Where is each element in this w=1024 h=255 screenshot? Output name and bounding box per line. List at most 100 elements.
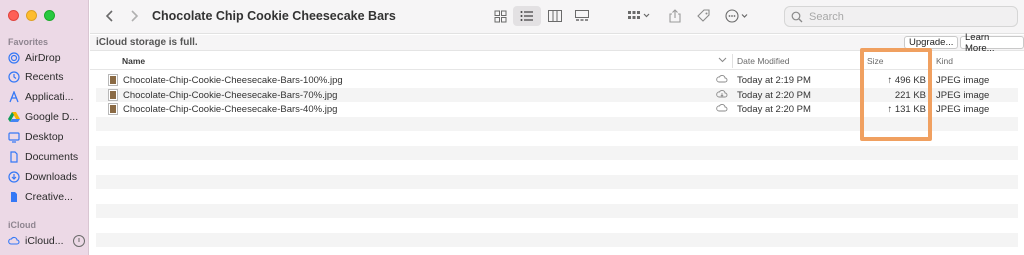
forward-button[interactable] [126,8,142,24]
column-header-date-modified[interactable]: Date Modified [737,56,789,66]
column-header-kind[interactable]: Kind [936,56,953,66]
upgrade-button[interactable]: Upgrade... [904,36,959,49]
empty-row [96,116,1018,131]
file-size: 221 KB [894,89,926,101]
icloud-upload-icon [716,103,728,116]
learn-more-button[interactable]: Learn More... [960,32,1024,54]
icon-view-button[interactable] [488,6,512,26]
close-window-button[interactable] [8,10,19,21]
desktop-icon [8,131,20,143]
group-icon [628,11,650,19]
toolbar: Chocolate Chip Cookie Cheesecake Bars [90,0,1024,34]
notice-text: iCloud storage is full. [96,37,198,48]
sidebar-item-label: Creative... [25,191,73,203]
sidebar: Favorites AirDrop Recents Applicati... G… [0,0,89,255]
sidebar-item-label: Documents [25,151,79,163]
search-icon [791,11,803,22]
empty-row [96,189,1018,204]
icloud-storage-notice: iCloud storage is full. Upgrade... Learn… [90,32,1024,54]
empty-row [96,203,1018,218]
sidebar-item-recents[interactable]: Recents [8,69,86,85]
grid-icon [494,10,506,22]
google-drive-icon [8,111,20,123]
file-date-modified: Today at 2:20 PM [737,104,811,115]
window-controls [8,10,55,21]
list-icon [520,11,533,21]
column-view-button[interactable] [543,6,567,26]
file-size: ↑ 496 KB [887,75,926,86]
empty-row [96,131,1018,146]
sidebar-item-google-drive[interactable]: Google D... [8,109,86,125]
file-date-modified: Today at 2:20 PM [737,89,811,101]
sort-chevron-icon[interactable] [718,55,727,66]
icloud-status-icon[interactable] [73,235,85,247]
sidebar-item-airdrop[interactable]: AirDrop [8,50,86,66]
sidebar-item-applications[interactable]: Applicati... [8,89,86,105]
file-date-modified: Today at 2:19 PM [737,75,811,86]
back-button[interactable] [102,8,118,24]
file-kind: JPEG image [936,89,990,101]
file-kind: JPEG image [936,104,990,115]
file-kind: JPEG image [936,75,990,86]
file-name: Chocolate-Chip-Cookie-Cheesecake-Bars-10… [123,75,343,86]
gallery-view-button[interactable] [570,6,594,26]
file-list: Chocolate-Chip-Cookie-Cheesecake-Bars-10… [96,73,1018,255]
sidebar-item-documents[interactable]: Documents [8,149,86,165]
gallery-icon [575,10,589,21]
empty-row [96,232,1018,247]
file-name: Chocolate-Chip-Cookie-Cheesecake-Bars-40… [123,104,338,115]
zoom-window-button[interactable] [44,10,55,21]
ellipsis-circle-icon [725,9,748,23]
table-row[interactable]: Chocolate-Chip-Cookie-Cheesecake-Bars-10… [96,73,1018,88]
icloud-drive-icon [8,235,20,247]
document-icon [8,151,20,163]
table-row[interactable]: Chocolate-Chip-Cookie-Cheesecake-Bars-40… [96,102,1018,117]
column-divider [860,54,861,68]
sidebar-item-label: Google D... [25,111,79,123]
empty-row [96,145,1018,160]
sidebar-item-label: Recents [25,71,64,83]
icloud-download-icon [716,89,728,102]
empty-row [96,174,1018,189]
file-size: ↑ 131 KB [887,104,926,115]
jpeg-file-icon [108,74,118,86]
tag-icon [697,9,710,22]
table-row[interactable]: Chocolate-Chip-Cookie-Cheesecake-Bars-70… [96,87,1018,102]
sidebar-item-label: Desktop [25,131,64,143]
group-by-button[interactable] [625,6,655,26]
sidebar-item-label: Applicati... [25,91,74,103]
jpeg-file-icon [108,88,118,101]
applications-icon [8,91,20,103]
column-header-row: Name Date Modified Size Kind [90,52,1024,70]
column-header-name[interactable]: Name [122,56,145,66]
column-divider [930,54,931,68]
empty-row [96,218,1018,233]
tag-button[interactable] [694,6,714,26]
sidebar-item-desktop[interactable]: Desktop [8,129,86,145]
sidebar-item-label: Downloads [25,171,77,183]
sidebar-section-favorites: Favorites [8,37,49,47]
sidebar-item-creative[interactable]: Creative... [8,189,86,205]
sidebar-item-label: AirDrop [25,52,61,64]
columns-icon [548,10,562,22]
icloud-upload-icon [716,74,728,87]
jpeg-file-icon [108,103,118,115]
sidebar-item-label: iCloud... [25,235,64,247]
file-name: Chocolate-Chip-Cookie-Cheesecake-Bars-70… [123,89,338,101]
more-actions-button[interactable] [723,6,753,26]
search-field[interactable] [784,6,1018,27]
column-divider [732,54,733,68]
sidebar-section-icloud: iCloud [8,220,36,230]
minimize-window-button[interactable] [26,10,37,21]
sidebar-item-icloud-drive[interactable]: iCloud... [8,233,86,249]
document-icon [8,191,20,203]
column-header-size[interactable]: Size [867,56,884,66]
downloads-icon [8,171,20,183]
list-view-button[interactable] [513,6,541,26]
clock-icon [8,71,20,83]
empty-row [96,160,1018,175]
chevron-right-icon [131,10,139,22]
sidebar-item-downloads[interactable]: Downloads [8,169,86,185]
search-input[interactable] [809,10,1009,23]
share-button[interactable] [666,6,684,26]
